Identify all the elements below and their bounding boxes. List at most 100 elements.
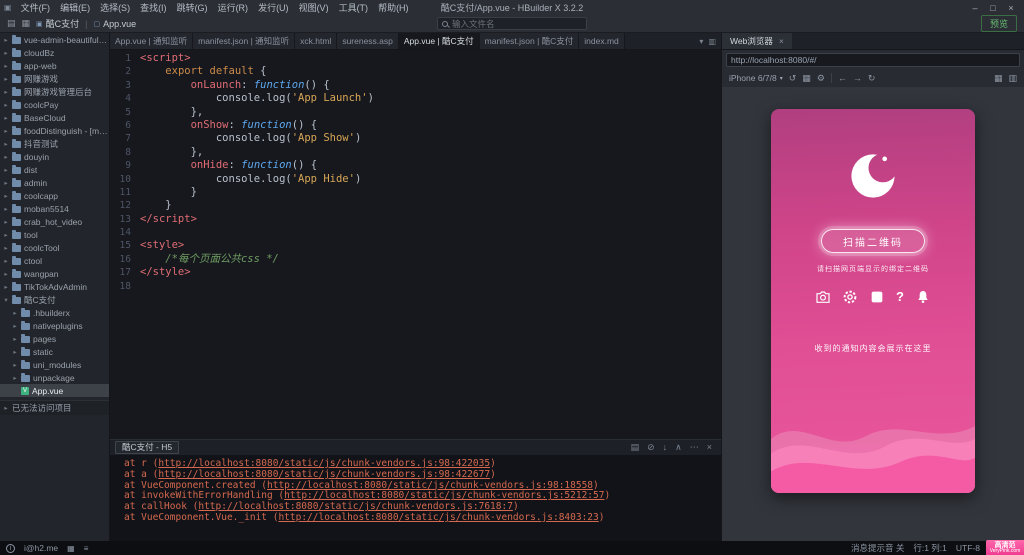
split-editor-icon[interactable]: ▥ (708, 37, 716, 46)
stack-trace-link[interactable]: http://localhost:8080/static/js/chunk-ve… (158, 469, 490, 480)
editor-tab-active[interactable]: App.vue | 酷C支付 (398, 33, 480, 49)
tree-item-folder[interactable]: ▸ tool (0, 228, 109, 241)
camera-icon[interactable] (815, 289, 831, 305)
quick-open-search[interactable] (437, 17, 587, 30)
menu-item[interactable]: 编辑(E) (55, 1, 95, 14)
menu-item[interactable]: 跳转(G) (172, 1, 213, 14)
tree-item-folder[interactable]: ▸ wangpan (0, 267, 109, 280)
tree-item-folder[interactable]: ▸ TikTokAdvAdmin (0, 280, 109, 293)
bell-icon[interactable] (915, 289, 931, 305)
list-icon[interactable]: ≡ (84, 544, 89, 553)
menu-item[interactable]: 文件(F) (16, 1, 56, 14)
folder-icon (12, 229, 21, 239)
console-clear-icon[interactable]: ⊘ (647, 442, 655, 453)
tree-item-folder[interactable]: ▸ static (0, 345, 109, 358)
refresh-icon[interactable]: ↻ (868, 73, 876, 84)
minimize-button[interactable]: – (966, 3, 984, 13)
console-body[interactable]: at r (http://localhost:8080/static/js/ch… (110, 455, 721, 541)
tree-item-folder[interactable]: ▸ unpackage (0, 371, 109, 384)
tree-item-folder[interactable]: ▸ foodDistinguish - [master] (0, 124, 109, 137)
tree-item-folder[interactable]: ▸ crab_hot_video (0, 215, 109, 228)
console-tab[interactable]: 酷C支付 - H5 (115, 441, 180, 454)
help-icon[interactable]: ? (896, 289, 904, 305)
menu-item[interactable]: 发行(U) (253, 1, 294, 14)
screenshot-icon[interactable]: ▦ (994, 73, 1003, 84)
stack-trace-link[interactable]: http://localhost:8080/static/js/chunk-ve… (198, 501, 513, 512)
console-toggle-icon[interactable]: ▤ (7, 18, 16, 29)
tree-item-file[interactable]: App.vue (0, 384, 109, 397)
tree-item-folder[interactable]: ▸ cloudBz (0, 46, 109, 59)
tree-item-folder[interactable]: ▸ admin (0, 176, 109, 189)
inaccessible-projects-section[interactable]: ▸ 已无法访问项目 (0, 400, 109, 415)
status-encoding[interactable]: UTF-8 (956, 543, 980, 553)
tab-web-browser[interactable]: Web浏览器 × (722, 33, 792, 49)
editor-tab[interactable]: manifest.json | 酷C支付 (479, 33, 580, 49)
stack-trace-link[interactable]: http://localhost:8080/static/js/chunk-ve… (278, 512, 598, 523)
tree-item-folder[interactable]: ▸ pages (0, 332, 109, 345)
status-account[interactable]: i@h2.me (24, 543, 58, 553)
tree-item-folder[interactable]: ▸ coolcapp (0, 189, 109, 202)
forward-icon[interactable]: → (853, 73, 862, 83)
stack-trace-link[interactable]: http://localhost:8080/static/js/chunk-ve… (158, 458, 490, 469)
tree-item-folder[interactable]: ▸ BaseCloud (0, 111, 109, 124)
tree-item-folder[interactable]: ▸ dist (0, 163, 109, 176)
tree-item-folder[interactable]: ▸ coolcPay (0, 98, 109, 111)
line-number: 15 (119, 240, 131, 252)
editor-tab[interactable]: manifest.json | 通知监听 (193, 33, 296, 49)
console-close-icon[interactable]: × (707, 442, 712, 453)
grid-icon[interactable]: ▦ (67, 544, 75, 553)
tree-item-folder[interactable]: ▸ 网赚游戏 (0, 72, 109, 85)
editor-tab[interactable]: index.md (579, 33, 625, 49)
editor-tab[interactable]: App.vue | 通知监听 (110, 33, 194, 49)
tree-item-folder[interactable]: ▸ douyin (0, 150, 109, 163)
menu-item[interactable]: 工具(T) (334, 1, 374, 14)
tree-item-folder[interactable]: ▸ ctool (0, 254, 109, 267)
menu-item[interactable]: 选择(S) (95, 1, 135, 14)
tab-list-icon[interactable]: ▾ (699, 37, 703, 46)
menu-item[interactable]: 查找(I) (135, 1, 172, 14)
menu-item[interactable]: 帮助(H) (373, 1, 414, 14)
tree-item-folder[interactable]: ▸ 网赚游戏管理后台 (0, 85, 109, 98)
menu-item[interactable]: 视图(V) (294, 1, 334, 14)
breadcrumb-file[interactable]: ▢ App.vue (94, 19, 137, 29)
status-sound[interactable]: 消息提示音 关 (851, 542, 904, 554)
device-view-icon[interactable]: ▦ (22, 18, 31, 29)
tree-item-folder[interactable]: ▸ .hbuilderx (0, 306, 109, 319)
menu-item[interactable]: 运行(R) (213, 1, 254, 14)
gear-icon[interactable] (842, 289, 858, 305)
status-cursor-position[interactable]: 行:1 列:1 (913, 542, 947, 554)
code-editor[interactable]: 1 <script> 2 export default {3 onLaunch: f… (110, 50, 721, 439)
tree-item-folder[interactable]: ▸ moban5514 (0, 202, 109, 215)
editor-tab[interactable]: sureness.asp (337, 33, 399, 49)
tree-item-folder[interactable]: ▸ 抖音测试 (0, 137, 109, 150)
search-input[interactable] (452, 18, 582, 29)
info-icon[interactable]: i (6, 543, 15, 553)
rotate-icon[interactable]: ↺ (789, 73, 797, 84)
qr-code-icon[interactable]: ▦ (802, 73, 811, 84)
console-panel-icon[interactable]: ▤ (631, 442, 640, 453)
tree-item-folder[interactable]: ▸ vue-admin-beautiful通... (0, 33, 109, 46)
stack-trace-link[interactable]: http://localhost:8080/static/js/chunk-ve… (284, 490, 604, 501)
console-collapse-icon[interactable]: ∧ (675, 442, 682, 453)
console-more-icon[interactable]: ⋯ (690, 442, 699, 453)
close-icon[interactable]: × (779, 36, 784, 46)
tree-item-folder[interactable]: ▸ uni_modules (0, 358, 109, 371)
stack-trace-link[interactable]: http://localhost:8080/static/js/chunk-ve… (267, 480, 593, 491)
settings-gear-icon[interactable]: ⚙ (817, 73, 825, 84)
tree-item-folder[interactable]: ▸ coolcTool (0, 241, 109, 254)
console-scroll-down-icon[interactable]: ↓ (663, 442, 668, 453)
address-bar[interactable] (726, 52, 1020, 67)
device-selector[interactable]: iPhone 6/7/8 ▾ (729, 73, 783, 83)
box-icon[interactable] (869, 289, 885, 305)
tree-item-folder[interactable]: ▸ nativeplugins (0, 319, 109, 332)
close-button[interactable]: × (1002, 3, 1020, 13)
tree-item-folder[interactable]: ▾ 酷C支付 (0, 293, 109, 306)
editor-tab[interactable]: xck.html (295, 33, 338, 49)
scan-qr-button[interactable]: 扫描二维码 (821, 229, 925, 253)
open-external-icon[interactable]: ▥ (1008, 73, 1017, 84)
breadcrumb-project[interactable]: ▣ 酷C支付 (36, 17, 79, 30)
back-icon[interactable]: ← (838, 73, 847, 83)
preview-button[interactable]: 预览 (980, 15, 1017, 32)
maximize-button[interactable]: □ (984, 3, 1002, 13)
tree-item-folder[interactable]: ▸ app-web (0, 59, 109, 72)
